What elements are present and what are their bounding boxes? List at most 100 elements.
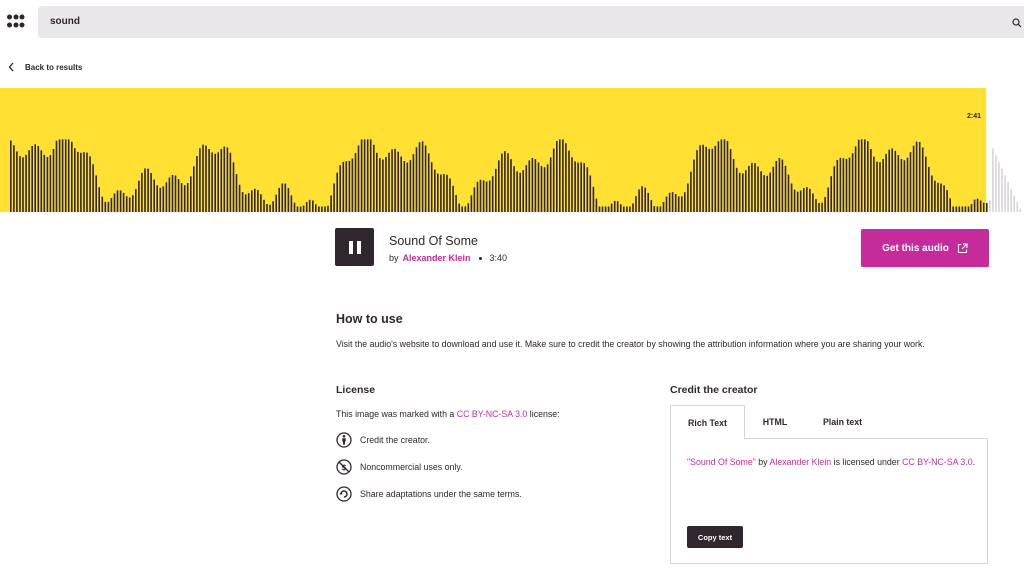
waveform-bar	[1013, 195, 1015, 212]
waveform-bar	[141, 172, 143, 212]
waveform-bar	[729, 149, 732, 212]
search-icon[interactable]	[1012, 16, 1022, 28]
waveform-bar	[928, 166, 930, 212]
waveform-bar	[302, 205, 305, 212]
waveform-bar	[74, 148, 76, 212]
get-this-audio-button[interactable]: Get this audio	[861, 229, 989, 267]
waveform-bar	[501, 153, 503, 212]
waveform-bar	[860, 139, 863, 212]
chevron-left-icon	[8, 62, 14, 72]
openverse-logo[interactable]	[7, 13, 25, 29]
waveform-bar	[754, 163, 756, 212]
waveform-bar	[702, 144, 704, 212]
waveform-bar	[482, 180, 485, 212]
pause-button[interactable]	[335, 228, 374, 266]
waveform-bar	[488, 180, 491, 212]
waveform-bar	[345, 161, 348, 212]
waveform-bar	[757, 166, 759, 212]
waveform-bar	[467, 203, 470, 212]
waveform-bar	[330, 195, 332, 212]
tab-html[interactable]: HTML	[745, 405, 805, 439]
waveform-bar	[720, 139, 723, 212]
waveform-bar	[369, 139, 372, 212]
waveform-bar	[903, 160, 906, 212]
waveform-bar	[995, 155, 997, 212]
cc-nc-icon: $	[336, 459, 352, 475]
waveform-bar	[976, 198, 979, 212]
waveform-bar	[818, 203, 820, 212]
copy-text-button[interactable]: Copy text	[687, 526, 743, 548]
waveform-bar	[601, 206, 604, 212]
waveform-bar	[989, 199, 991, 212]
waveform-bar	[1019, 208, 1022, 212]
waveform-bar	[574, 161, 576, 212]
tab-plain-text[interactable]: Plain text	[805, 405, 880, 439]
waveform-bar	[684, 192, 686, 212]
waveform-bar	[324, 206, 326, 212]
waveform-bar	[171, 175, 174, 212]
waveform-bar	[620, 204, 622, 212]
waveform-bar	[13, 145, 15, 212]
pause-icon-bar	[348, 240, 353, 254]
external-link-icon	[957, 242, 968, 253]
waveform-bar	[556, 141, 558, 212]
audio-duration: 3:40	[489, 253, 508, 263]
waveform-bar	[101, 196, 104, 212]
waveform-bar	[186, 183, 189, 212]
waveform-bar	[22, 157, 24, 212]
waveform-bar	[339, 165, 341, 212]
waveform-bar	[55, 140, 58, 212]
waveform-bar	[967, 206, 970, 212]
tab-rich-text[interactable]: Rich Text	[670, 405, 745, 439]
waveform-bar	[650, 200, 653, 212]
waveform-bar	[674, 194, 677, 212]
waveform-bar	[77, 151, 79, 212]
waveform-bar	[498, 160, 500, 212]
waveform-bar	[214, 153, 216, 212]
pause-icon-bar	[356, 240, 361, 254]
waveform-bar	[842, 158, 845, 212]
waveform-bar	[940, 183, 942, 212]
attribution-license-link[interactable]: CC BY-NC-SA 3.0	[902, 457, 973, 467]
waveform-bar	[751, 162, 753, 212]
waveform-bar	[626, 206, 628, 212]
waveform-bar	[223, 146, 226, 212]
waveform-bar	[738, 172, 741, 212]
attribution-title-link[interactable]: "Sound Of Some"	[687, 457, 756, 467]
waveform-bar	[571, 157, 573, 212]
creator-link[interactable]: Alexander Klein	[403, 253, 471, 263]
waveform-bar	[104, 201, 107, 212]
waveform-bar	[257, 190, 259, 212]
search-input[interactable]: sound	[38, 6, 1024, 38]
waveform-bar	[946, 190, 948, 212]
waveform-bar	[71, 141, 73, 212]
waveform-bar	[589, 175, 592, 212]
waveform-bar	[379, 158, 381, 212]
audio-waveform[interactable]: 2:41	[0, 88, 1024, 212]
waveform-bar	[839, 157, 842, 212]
waveform-bar	[912, 145, 915, 212]
waveform-bar	[857, 139, 860, 212]
waveform-bar	[598, 206, 601, 212]
waveform-bar	[949, 198, 951, 212]
waveform-bar	[537, 162, 540, 212]
waveform-bar	[190, 176, 192, 212]
waveform-bar	[934, 180, 936, 212]
waveform-bar	[122, 192, 125, 212]
search-query[interactable]: sound	[50, 16, 80, 27]
waveform-bar	[821, 202, 823, 212]
attribution-creator-link[interactable]: Alexander Klein	[770, 457, 832, 467]
back-to-results-link[interactable]: Back to results	[8, 62, 82, 72]
waveform-bar	[232, 162, 235, 212]
waveform-bar	[110, 198, 113, 212]
waveform-bar	[690, 171, 692, 212]
waveform-bar	[891, 148, 893, 212]
waveform-bar	[238, 184, 241, 212]
waveform-bar	[583, 163, 585, 212]
waveform-bar	[46, 157, 49, 212]
license-link[interactable]: CC BY-NC-SA 3.0	[457, 409, 528, 419]
waveform-bar	[394, 148, 396, 212]
waveform-bar	[552, 148, 555, 212]
waveform-bar	[769, 172, 771, 212]
waveform-bar	[86, 152, 88, 212]
